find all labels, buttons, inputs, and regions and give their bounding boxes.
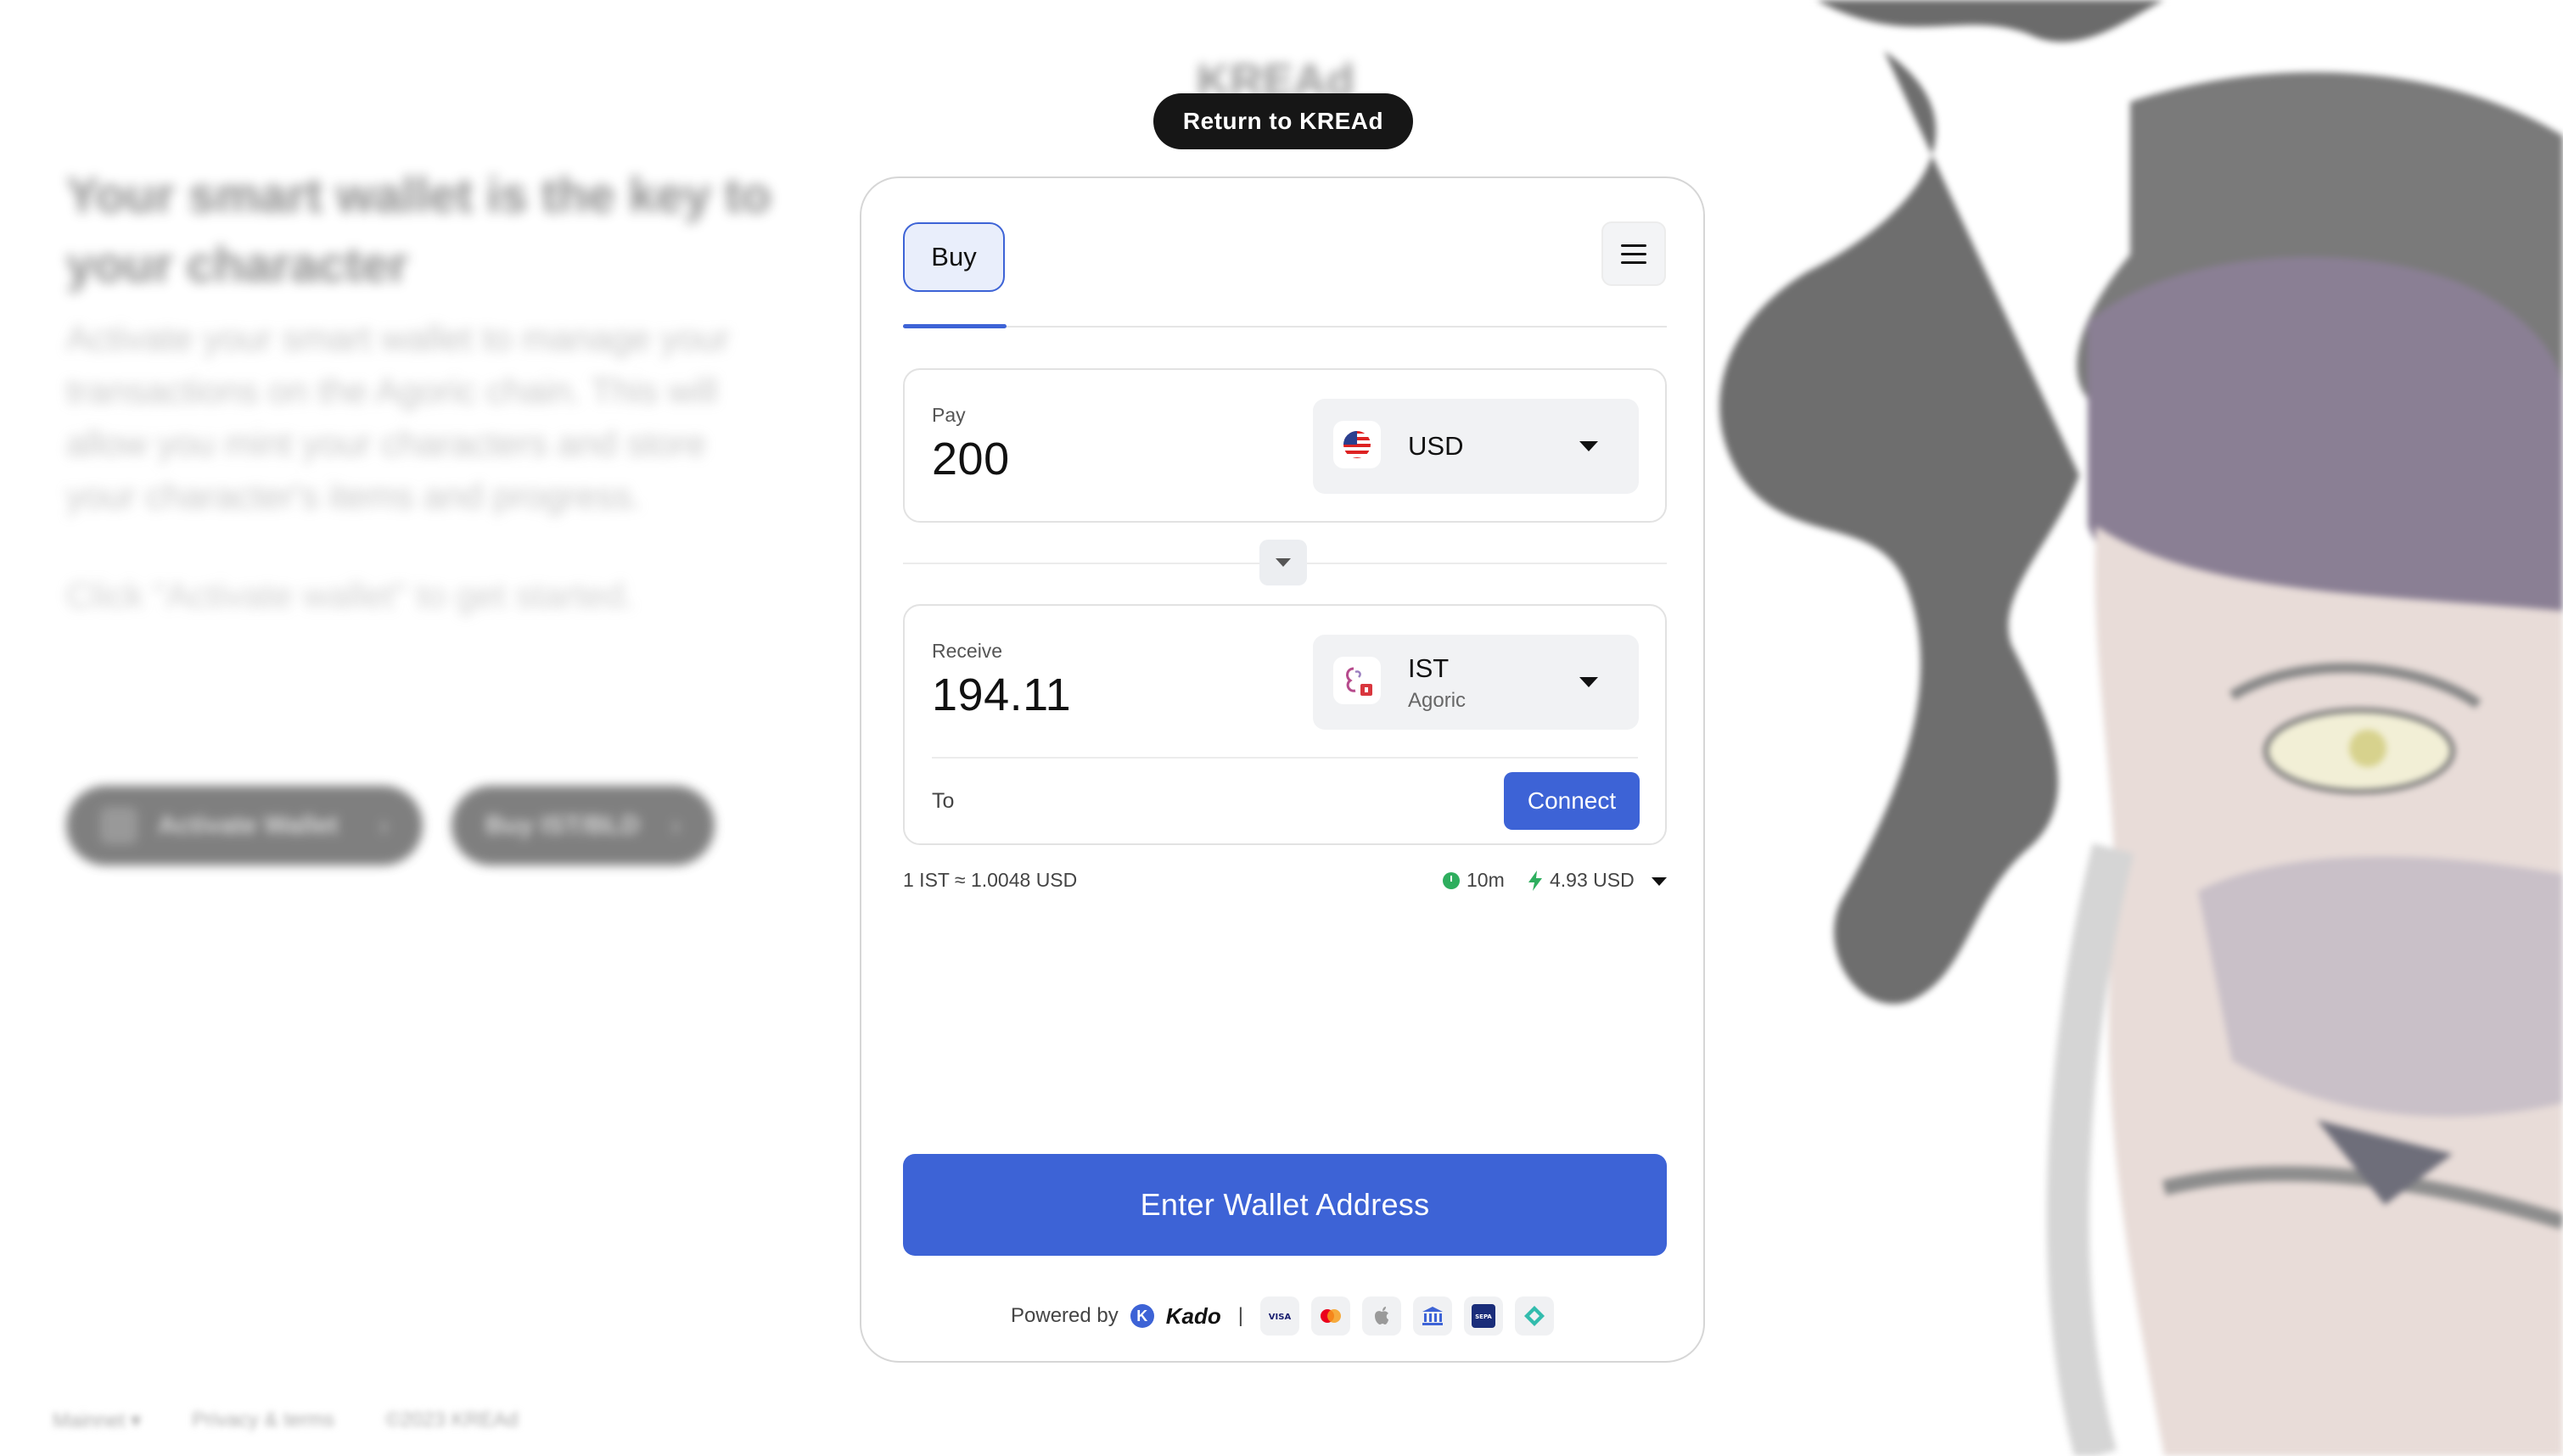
- fee-value: 4.93 USD: [1550, 869, 1635, 891]
- background-buttons: Activate Wallet › Buy IST/BLD ›: [66, 786, 715, 865]
- character-artwork: [1689, 0, 2563, 1456]
- receive-amount: 194.11: [932, 669, 1072, 720]
- kado-logo-icon: K: [1130, 1304, 1154, 1328]
- sepa-icon: SEPA: [1463, 1296, 1503, 1336]
- network-selector: Mainnet ▾: [53, 1409, 142, 1432]
- apple-pay-icon: [1361, 1296, 1401, 1336]
- arrow-right-icon: ›: [379, 809, 389, 842]
- footer-copyright: ©2023 KREAd: [385, 1408, 519, 1431]
- footer-link: Privacy & terms: [192, 1408, 335, 1431]
- delivery-time: 10m: [1443, 869, 1505, 892]
- svg-text:VISA: VISA: [1269, 1313, 1292, 1322]
- background-heading: Your smart wallet is the key to your cha…: [66, 168, 771, 293]
- buy-ist-bld-button: Buy IST/BLD ›: [451, 786, 715, 865]
- mastercard-icon: [1310, 1296, 1350, 1336]
- connect-wallet-button[interactable]: Connect: [1504, 772, 1640, 830]
- pay-amount-input[interactable]: 200: [932, 433, 1010, 485]
- tab-buy[interactable]: Buy: [903, 222, 1005, 292]
- receive-panel: Receive 194.11 IST Agoric To Connect: [903, 604, 1667, 845]
- activate-wallet-label: Activate Wallet: [158, 811, 339, 839]
- visa-icon: VISA: [1259, 1296, 1299, 1336]
- powered-by-footer: Powered by K Kado | VISA SEPA: [861, 1296, 1703, 1336]
- svg-text:SEPA: SEPA: [1475, 1313, 1492, 1320]
- pay-currency-code: USD: [1408, 431, 1464, 461]
- us-flag-icon: [1333, 421, 1381, 468]
- background-footer: Mainnet ▾ Privacy & terms ©2023 KREAd: [53, 1408, 519, 1433]
- lightning-icon: [1528, 870, 1542, 891]
- powered-by-label: Powered by: [1011, 1304, 1119, 1327]
- onramp-widget: Buy Pay 200 USD Receive 194.11 IST Agori…: [860, 176, 1705, 1363]
- receive-currency-selector[interactable]: IST Agoric: [1313, 635, 1639, 730]
- return-to-kread-button[interactable]: Return to KREAd: [1153, 93, 1413, 149]
- active-tab-indicator: [903, 324, 1007, 328]
- pay-currency-selector[interactable]: USD: [1313, 399, 1639, 494]
- fee-details-caret-icon[interactable]: [1652, 877, 1667, 886]
- chevron-down-icon[interactable]: [1259, 540, 1307, 585]
- character-illustration: [1689, 0, 2563, 1456]
- ist-token-icon: [1333, 657, 1381, 704]
- receive-label: Receive: [932, 640, 1003, 662]
- caret-down-icon: [1579, 441, 1598, 451]
- exchange-rate: 1 IST ≈ 1.0048 USD: [903, 869, 1078, 891]
- receive-network-name: Agoric: [1408, 689, 1467, 712]
- bank-icon: [1412, 1296, 1452, 1336]
- tab-divider: [903, 326, 1667, 328]
- pix-icon: [1514, 1296, 1554, 1336]
- enter-wallet-address-button[interactable]: Enter Wallet Address: [903, 1154, 1667, 1256]
- buy-ist-bld-label: Buy IST/BLD: [485, 811, 640, 839]
- footer-separator: |: [1237, 1304, 1243, 1327]
- clock-icon: [1443, 871, 1460, 889]
- receive-divider: [932, 757, 1638, 759]
- kado-brand: Kado: [1165, 1302, 1221, 1329]
- activate-wallet-button: Activate Wallet ›: [66, 786, 423, 865]
- background-cta-text: Click "Activate wallet" to get started.: [66, 575, 635, 615]
- fee-summary[interactable]: 4.93 USD: [1528, 869, 1635, 892]
- pay-label: Pay: [932, 404, 966, 426]
- wallet-icon: [100, 807, 137, 844]
- background-intro: Your smart wallet is the key to your cha…: [66, 161, 779, 652]
- hamburger-menu-icon[interactable]: [1601, 221, 1666, 286]
- delivery-time-value: 10m: [1467, 869, 1505, 891]
- pay-panel: Pay 200 USD: [903, 368, 1667, 523]
- background-paragraph: Activate your smart wallet to manage you…: [66, 318, 731, 516]
- receive-currency-code: IST: [1408, 653, 1450, 683]
- quote-row: 1 IST ≈ 1.0048 USD 10m 4.93 USD: [903, 864, 1667, 894]
- to-label: To: [932, 789, 955, 813]
- caret-down-icon: [1579, 677, 1598, 687]
- arrow-right-icon: ›: [670, 809, 681, 842]
